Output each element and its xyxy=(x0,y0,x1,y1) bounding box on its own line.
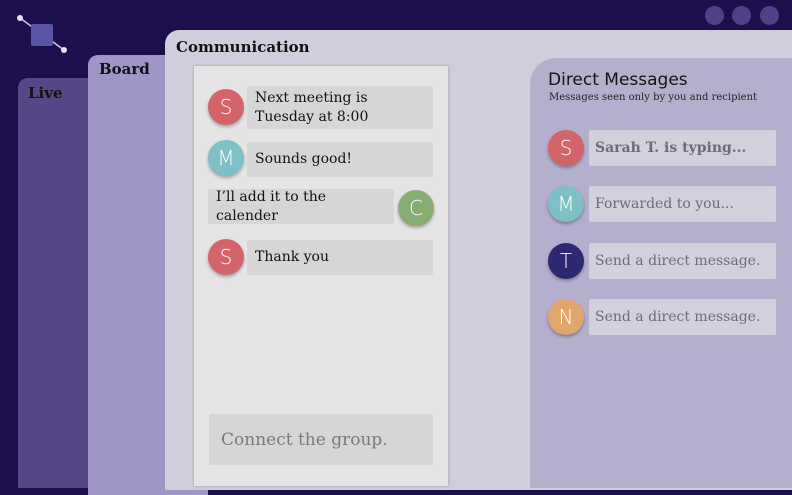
chat-avatar-m: M xyxy=(208,140,244,176)
chat-avatar-s: S xyxy=(208,239,244,275)
board-panel-title[interactable]: Board xyxy=(99,60,150,78)
logo-icon xyxy=(17,15,67,53)
chat-message: I’ll add it to the calender xyxy=(208,189,394,224)
live-panel-title[interactable]: Live xyxy=(28,84,63,102)
direct-messages-subtitle: Messages seen only by you and recipient xyxy=(549,92,758,103)
dm-row-t[interactable]: Send a direct message. xyxy=(589,243,776,279)
dm-avatar-t[interactable]: T xyxy=(548,243,584,279)
direct-messages-title: Direct Messages xyxy=(548,70,688,90)
dm-avatar-n[interactable]: N xyxy=(548,299,584,335)
chat-message: Sounds good! xyxy=(247,142,433,177)
window-button-2[interactable] xyxy=(732,6,751,25)
dm-row-n[interactable]: Send a direct message. xyxy=(589,299,776,335)
communication-panel-title: Communication xyxy=(176,38,310,56)
window-button-1[interactable] xyxy=(705,6,724,25)
dm-row-sarah[interactable]: Sarah T. is typing... xyxy=(589,130,776,166)
dm-avatar-m[interactable]: M xyxy=(548,186,584,222)
chat-input[interactable]: Connect the group. xyxy=(209,414,433,465)
chat-message: Thank you xyxy=(247,240,433,275)
chat-message: Next meeting is Tuesday at 8:00 xyxy=(247,86,433,129)
window-button-3[interactable] xyxy=(760,6,779,25)
dm-row-m[interactable]: Forwarded to you... xyxy=(589,186,776,222)
chat-avatar-s: S xyxy=(208,89,244,125)
dm-avatar-s[interactable]: S xyxy=(548,130,584,166)
chat-avatar-c: C xyxy=(398,190,434,226)
